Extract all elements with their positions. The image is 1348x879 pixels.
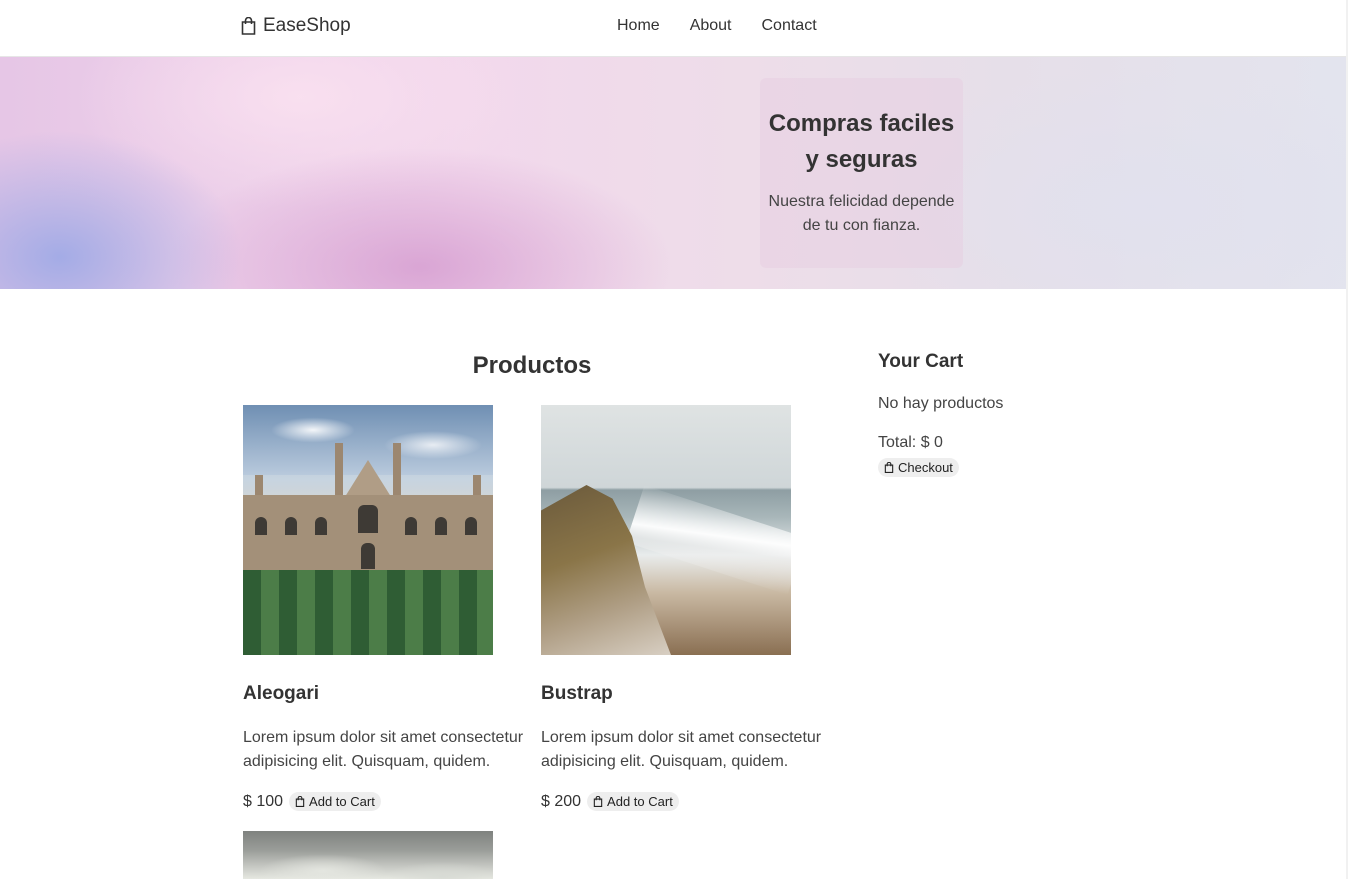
product-price: $ 200 xyxy=(541,792,582,810)
building-spire xyxy=(335,443,343,498)
checkout-button[interactable]: Checkout xyxy=(878,458,959,477)
hero-banner: Compras faciles y seguras Nuestra felici… xyxy=(0,57,1346,289)
product-card: Bustrap Lorem ipsum dolor sit amet conse… xyxy=(541,405,831,811)
add-to-cart-button[interactable]: Add to Cart xyxy=(289,792,381,811)
price-row: $ 100 Add to Cart xyxy=(243,792,533,811)
product-name: Aleogari xyxy=(243,683,320,704)
hero-title: Compras faciles y seguras xyxy=(768,110,955,173)
cart-panel: Your Cart No hay productos Total: $ 0 Ch… xyxy=(878,351,1078,478)
building-spire xyxy=(393,443,401,498)
add-to-cart-label: Add to Cart xyxy=(607,794,673,809)
nav-about-link[interactable]: About xyxy=(690,17,732,35)
products-heading: Productos xyxy=(472,352,592,379)
cart-title: Your Cart xyxy=(878,351,964,372)
building-window xyxy=(435,517,447,535)
building-window xyxy=(358,505,378,533)
product-price: $ 100 xyxy=(243,792,284,810)
add-to-cart-button[interactable]: Add to Cart xyxy=(587,792,679,811)
shopping-bag-icon xyxy=(884,462,894,473)
cart-empty-message: No hay productos xyxy=(878,395,1004,412)
add-to-cart-label: Add to Cart xyxy=(309,794,375,809)
product-description: Lorem ipsum dolor sit amet consectetur a… xyxy=(541,729,822,770)
checkout-label: Checkout xyxy=(898,460,953,475)
product-image-college[interactable] xyxy=(243,405,493,655)
shopping-bag-icon xyxy=(593,796,603,807)
main-nav: Home About Contact xyxy=(617,17,817,35)
price-row: $ 200 Add to Cart xyxy=(541,792,831,811)
building-window xyxy=(315,517,327,535)
building-window xyxy=(405,517,417,535)
building-window xyxy=(285,517,297,535)
cart-total: Total: $ 0 xyxy=(878,434,943,451)
hero-card: Compras faciles y seguras Nuestra felici… xyxy=(760,78,963,268)
brand-name: EaseShop xyxy=(263,15,351,36)
striped-lawn xyxy=(243,570,493,655)
nav-contact-link[interactable]: Contact xyxy=(762,17,817,35)
brand-link[interactable]: EaseShop xyxy=(240,15,351,37)
building-window xyxy=(465,517,477,535)
hero-subtitle: Nuestra felicidad depende de tu con fian… xyxy=(768,193,955,234)
product-description: Lorem ipsum dolor sit amet consectetur a… xyxy=(243,729,524,770)
product-image-coast[interactable] xyxy=(541,405,791,655)
product-name: Bustrap xyxy=(541,683,613,704)
nav-home-link[interactable]: Home xyxy=(617,17,660,35)
navbar: EaseShop Home About Contact xyxy=(0,0,1348,57)
sea-foam xyxy=(625,485,791,595)
shopping-bag-icon xyxy=(241,17,256,35)
product-image-cloudy[interactable] xyxy=(243,831,493,879)
shopping-bag-icon xyxy=(295,796,305,807)
product-card: Aleogari Lorem ipsum dolor sit amet cons… xyxy=(243,405,533,811)
building-window xyxy=(255,517,267,535)
building-door xyxy=(361,543,375,569)
